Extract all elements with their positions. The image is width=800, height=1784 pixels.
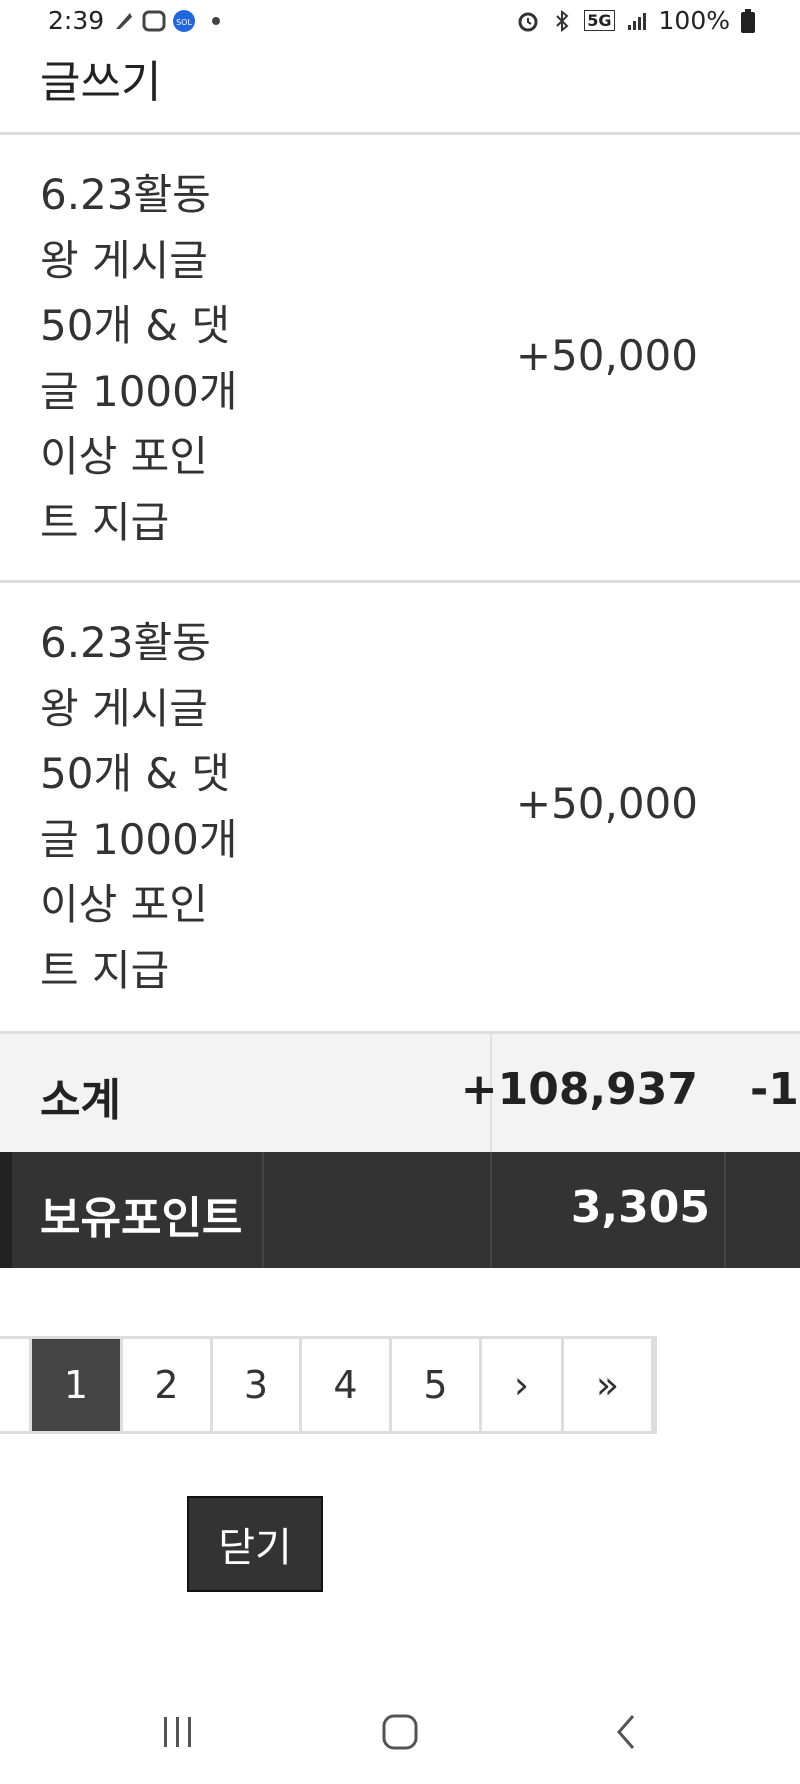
entry-description-line: 50개 & 댓 (40, 301, 231, 350)
column-separator (724, 1152, 726, 1268)
holding-points-value: 3,305 (570, 1182, 710, 1233)
close-button[interactable]: 닫기 (187, 1496, 323, 1592)
status-left-icons: SOL (112, 9, 220, 33)
page-2-button[interactable]: 2 (123, 1339, 213, 1431)
partial-row-text: 글쓰기 (40, 57, 162, 108)
holding-points-row: 보유포인트 3,305 (0, 1152, 800, 1268)
entry-description-line: 왕 게시글 (40, 683, 208, 733)
home-icon[interactable] (370, 1702, 430, 1762)
subtotal-minus: -10 (750, 1064, 800, 1115)
page-4-button[interactable]: 4 (302, 1339, 392, 1431)
notification-dot (212, 17, 220, 25)
entry-description-line: 이상 포인 (40, 432, 208, 481)
signal-icon (627, 12, 646, 30)
page-1-button[interactable]: 1 (32, 1339, 123, 1431)
next-page-button[interactable]: › (482, 1339, 564, 1431)
entry-description-line: 6.23활동 (40, 170, 211, 219)
system-navigation-bar (0, 1690, 800, 1770)
alarm-icon (518, 12, 538, 31)
back-icon[interactable] (596, 1702, 656, 1762)
entry-description-line: 이상 포인 (40, 880, 208, 929)
battery-percent: 100% (658, 6, 730, 35)
entry-description-line: 50개 & 댓 (40, 749, 231, 798)
pagination: 1 2 3 4 5 › » (0, 1336, 657, 1434)
super-sol-icon: SOL (173, 10, 195, 32)
pagination-edge (0, 1339, 32, 1431)
holding-points-label: 보유포인트 (40, 1193, 243, 1244)
status-right-icons: 5G 100% (516, 6, 756, 35)
entry-description-line: 트 지급 (40, 945, 170, 995)
points-history-row: 6.23활동 왕 게시글 50개 & 댓 글 1000개 이상 포인 트 지급 … (0, 583, 800, 1028)
5g-icon: 5G (584, 10, 615, 31)
page-3-button[interactable]: 3 (213, 1339, 302, 1431)
subtotal-row: 소계 +108,937 -10 (0, 1031, 800, 1152)
entry-amount: +50,000 (515, 331, 698, 380)
entry-description-line: 글 1000개 (40, 366, 238, 416)
recent-apps-icon[interactable] (148, 1702, 208, 1762)
column-separator (490, 1152, 492, 1268)
subtotal-label: 소계 (40, 1075, 121, 1126)
points-history-row: 6.23활동 왕 게시글 50개 & 댓 글 1000개 이상 포인 트 지급 … (0, 135, 800, 580)
entry-description-line: 6.23활동 (40, 618, 211, 667)
entry-description-line: 왕 게시글 (40, 235, 208, 285)
entry-description: 6.23활동 왕 게시글 50개 & 댓 글 1000개 이상 포인 트 지급 (40, 610, 250, 1003)
entry-description-line: 트 지급 (40, 497, 170, 547)
svg-text:SOL: SOL (176, 18, 192, 27)
status-bar: 2:39 SOL 5G 100% (0, 0, 800, 46)
bluetooth-icon (556, 9, 569, 32)
last-page-button[interactable]: » (564, 1339, 654, 1431)
status-time: 2:39 (48, 6, 105, 35)
entry-amount: +50,000 (515, 779, 698, 828)
column-separator (262, 1152, 264, 1268)
battery-icon (741, 8, 755, 33)
entry-description-line: 글 1000개 (40, 814, 238, 864)
entry-description: 6.23활동 왕 게시글 50개 & 댓 글 1000개 이상 포인 트 지급 (40, 162, 250, 555)
page-5-button[interactable]: 5 (392, 1339, 482, 1431)
app-badge-icon (142, 10, 166, 32)
subtotal-plus: +108,937 (460, 1064, 698, 1115)
app-feather-icon (116, 13, 132, 29)
